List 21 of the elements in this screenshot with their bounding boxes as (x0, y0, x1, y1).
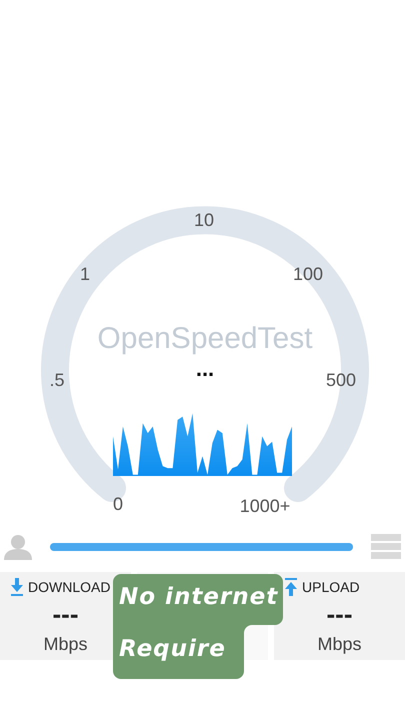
gauge-tick-label: 10 (194, 210, 214, 230)
caption-text: Require (119, 636, 226, 662)
stat-value: --- (52, 600, 78, 628)
caption-text: No internet (119, 584, 278, 610)
stat-unit: Mbps (43, 634, 88, 655)
stat-label: UPLOAD (302, 579, 360, 595)
gauge-tick-label: 1 (80, 264, 90, 284)
stat-label: DOWNLOAD (28, 579, 110, 595)
server-icon (371, 534, 401, 560)
gauge-tick-label: 100 (292, 264, 324, 284)
gauge-tick-label: .5 (50, 370, 64, 390)
gauge-tick-label: 0 (113, 494, 123, 514)
gauge-tick-label: 500 (326, 370, 356, 390)
stat-value: --- (326, 600, 352, 628)
person-icon (4, 534, 32, 560)
status-text: ... (196, 356, 214, 381)
logo-text: OpenSpeedTest (97, 322, 313, 355)
upload-icon (284, 578, 298, 596)
stat-unit: Mbps (317, 634, 362, 655)
gauge-tick-label: 1000+ (240, 496, 290, 515)
download-icon (10, 578, 24, 596)
